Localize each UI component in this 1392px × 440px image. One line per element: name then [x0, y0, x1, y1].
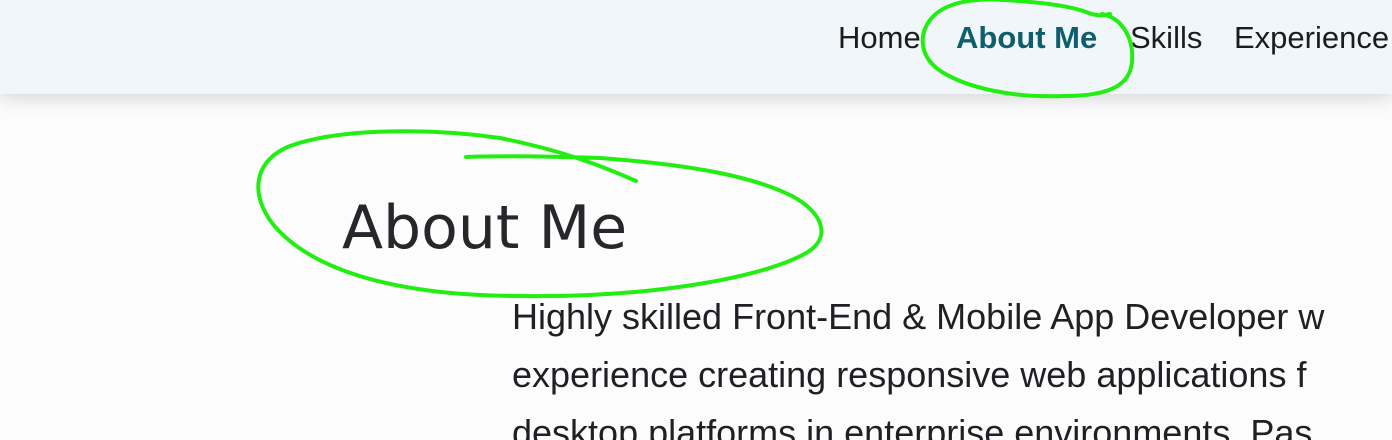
nav-link-about-me[interactable]: About Me	[956, 20, 1097, 56]
nav-link-home[interactable]: Home	[838, 20, 921, 56]
nav-link-experience[interactable]: Experience	[1234, 20, 1389, 56]
about-heading: About Me	[342, 193, 628, 263]
about-description-line: Highly skilled Front-End & Mobile App De…	[512, 296, 1325, 337]
top-navbar: Home About Me Skills Experience	[0, 0, 1392, 94]
nav-link-skills[interactable]: Skills	[1130, 20, 1202, 56]
about-description-line: experience creating responsive web appli…	[512, 354, 1307, 395]
about-description: Highly skilled Front-End & Mobile App De…	[512, 288, 1392, 440]
page: Home About Me Skills Experience About Me…	[0, 0, 1392, 440]
about-description-line: desktop platforms in enterprise environm…	[512, 412, 1313, 440]
